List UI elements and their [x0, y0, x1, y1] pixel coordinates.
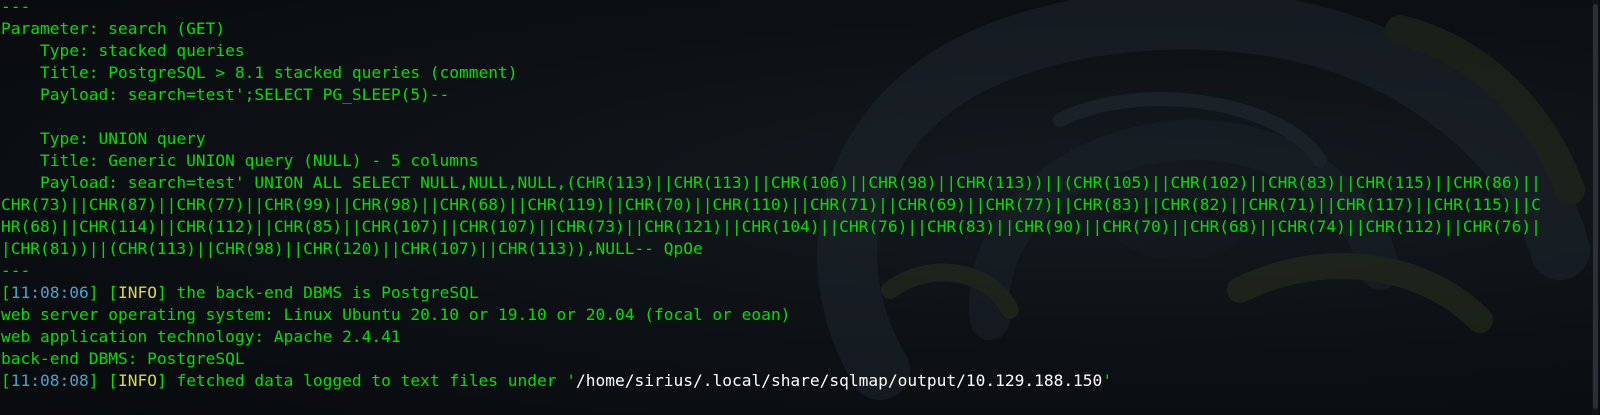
terminal-line: Title: PostgreSQL > 8.1 stacked queries … [1, 62, 1586, 84]
terminal-line: Type: stacked queries [1, 40, 1586, 62]
terminal-line: --- [1, 260, 1586, 282]
terminal-window[interactable]: --- Parameter: search (GET) Type: stacked… [0, 0, 1600, 415]
terminal-text: --- [1, 0, 31, 16]
terminal-line: [11:08:08] [INFO] fetched data logged to… [1, 370, 1586, 392]
terminal-text: [ [1, 283, 11, 302]
terminal-line: back-end DBMS: PostgreSQL [1, 348, 1586, 370]
terminal-line: Payload: search=test';SELECT PG_SLEEP(5)… [1, 84, 1586, 106]
terminal-text: ' [1102, 371, 1113, 390]
terminal-text: ] fetched data logged to text files unde… [156, 371, 577, 390]
terminal-line: HR(68)||CHR(114)||CHR(112)||CHR(85)||CHR… [1, 216, 1586, 238]
terminal-line: [11:08:06] [INFO] the back-end DBMS is P… [1, 282, 1586, 304]
terminal-text: back-end DBMS: PostgreSQL [1, 349, 245, 368]
log-level: INFO [117, 371, 157, 390]
terminal-line: |CHR(81))||(CHR(113)||CHR(98)||CHR(120)|… [1, 238, 1586, 260]
timestamp: 11:08:06 [10, 283, 89, 302]
terminal-text: web server operating system: Linux Ubunt… [1, 305, 791, 324]
terminal-text: /home/sirius/.local/share/sqlmap/output/… [576, 371, 1103, 390]
log-level: INFO [117, 283, 157, 302]
terminal-text: CHR(73)||CHR(87)||CHR(77)||CHR(99)||CHR(… [1, 195, 1541, 214]
terminal-text: ] [ [88, 283, 118, 302]
terminal-line: --- [1, 0, 1586, 18]
terminal-text: [ [1, 371, 11, 390]
terminal-line: web application technology: Apache 2.4.4… [1, 326, 1586, 348]
terminal-line: Type: UNION query [1, 128, 1586, 150]
terminal-line: CHR(73)||CHR(87)||CHR(77)||CHR(99)||CHR(… [1, 194, 1586, 216]
terminal-output: --- Parameter: search (GET) Type: stacked… [1, 0, 1586, 392]
terminal-text: Payload: search=test';SELECT PG_SLEEP(5)… [1, 85, 450, 104]
terminal-line: Title: Generic UNION query (NULL) - 5 co… [1, 150, 1586, 172]
terminal-text: Title: Generic UNION query (NULL) - 5 co… [1, 151, 479, 170]
terminal-text: web application technology: Apache 2.4.4… [1, 327, 401, 346]
timestamp: 11:08:08 [10, 371, 89, 390]
terminal-text: Payload: search=test' UNION ALL SELECT N… [1, 173, 1541, 192]
terminal-text: |CHR(81))||(CHR(113)||CHR(98)||CHR(120)|… [1, 239, 703, 258]
terminal-text: --- [1, 261, 31, 280]
terminal-text: ] the back-end DBMS is PostgreSQL [156, 283, 479, 302]
terminal-text: Parameter: search (GET) [1, 19, 226, 38]
terminal-text: Title: PostgreSQL > 8.1 stacked queries … [1, 63, 518, 82]
terminal-text: HR(68)||CHR(114)||CHR(112)||CHR(85)||CHR… [1, 217, 1541, 236]
terminal-line: Parameter: search (GET) [1, 18, 1586, 40]
terminal-text: ] [ [88, 371, 118, 390]
scrollbar-thumb[interactable] [1593, 4, 1598, 409]
terminal-line: Payload: search=test' UNION ALL SELECT N… [1, 172, 1586, 194]
terminal-text: Type: UNION query [1, 129, 206, 148]
terminal-text: Type: stacked queries [1, 41, 245, 60]
terminal-line: web server operating system: Linux Ubunt… [1, 304, 1586, 326]
